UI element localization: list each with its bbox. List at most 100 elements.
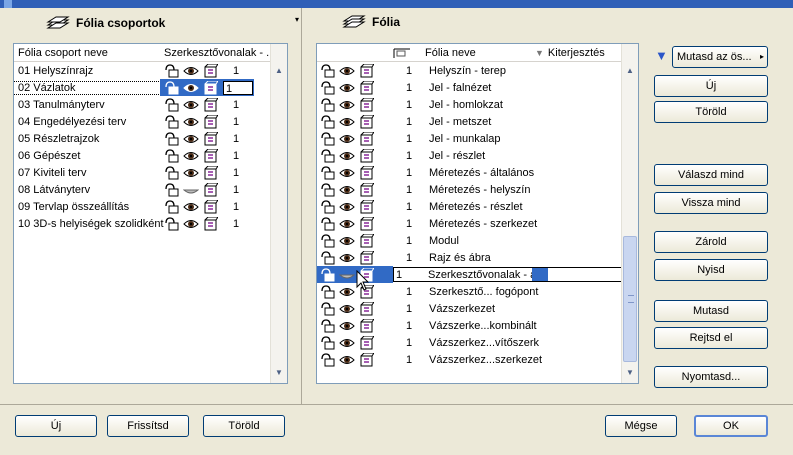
- unlock-icon[interactable]: [320, 165, 336, 180]
- eye-icon[interactable]: [339, 98, 355, 112]
- deselect-all-button[interactable]: Vissza mind: [654, 192, 768, 214]
- hidden-eye-icon[interactable]: [339, 268, 355, 282]
- unlock-icon[interactable]: [320, 233, 336, 248]
- unlock-icon[interactable]: [164, 80, 180, 95]
- scroll-thumb[interactable]: [623, 236, 637, 362]
- layer-type-icon[interactable]: [358, 63, 374, 78]
- group-value-editor[interactable]: 1: [223, 80, 253, 95]
- lock-button[interactable]: Zárold: [654, 231, 768, 253]
- eye-icon[interactable]: [339, 81, 355, 95]
- group-row[interactable]: 04 Engedélyezési terv 1: [14, 113, 287, 130]
- layer-edit-row[interactable]: 1 Szerkesztővonalak - ált: [393, 267, 623, 282]
- layer-row[interactable]: 1 Méretezés - általános: [317, 164, 638, 181]
- unlock-icon[interactable]: [320, 80, 336, 95]
- layer-type-icon[interactable]: [202, 148, 218, 163]
- unlock-icon[interactable]: [320, 131, 336, 146]
- layer-type-icon[interactable]: [358, 97, 374, 112]
- unlock-icon[interactable]: [320, 250, 336, 265]
- layer-type-icon[interactable]: [202, 63, 218, 78]
- unlock-icon[interactable]: [320, 318, 336, 333]
- layer-type-icon[interactable]: [358, 80, 374, 95]
- layer-row[interactable]: 1 Vázszerke...kombinált: [317, 317, 638, 334]
- column-header-editor[interactable]: Szerkesztővonalak - ...: [162, 47, 275, 59]
- group-row[interactable]: 03 Tanulmányterv 1: [14, 96, 287, 113]
- delete-layer-button[interactable]: Töröld: [654, 101, 768, 123]
- layer-row[interactable]: 1 Jel - munkalap: [317, 130, 638, 147]
- group-row[interactable]: 08 Látványterv 1: [14, 181, 287, 198]
- eye-icon[interactable]: [183, 149, 199, 163]
- layer-type-icon[interactable]: [358, 131, 374, 146]
- unlock-icon[interactable]: [164, 148, 180, 163]
- eye-icon[interactable]: [339, 285, 355, 299]
- layer-row[interactable]: 1 Jel - részlet: [317, 147, 638, 164]
- layer-type-icon[interactable]: [358, 233, 374, 248]
- unlock-icon[interactable]: [320, 335, 336, 350]
- unlock-icon[interactable]: [164, 199, 180, 214]
- show-button[interactable]: Mutasd: [654, 300, 768, 322]
- eye-icon[interactable]: [339, 200, 355, 214]
- unlock-icon[interactable]: [320, 284, 336, 299]
- layer-row[interactable]: 1 Modul: [317, 232, 638, 249]
- refresh-button[interactable]: Frissítsd: [107, 415, 189, 437]
- layer-type-icon[interactable]: [358, 148, 374, 163]
- left-list-scrollbar[interactable]: ▲ ▼: [270, 44, 287, 383]
- unlock-icon[interactable]: [320, 148, 336, 163]
- layer-row[interactable]: 1 Méretezés - szerkezet: [317, 215, 638, 232]
- layer-type-icon[interactable]: [358, 318, 374, 333]
- layer-type-icon[interactable]: [358, 301, 374, 316]
- layer-row[interactable]: 1 Jel - metszet: [317, 113, 638, 130]
- unlock-icon[interactable]: [164, 216, 180, 231]
- eye-icon[interactable]: [183, 132, 199, 146]
- eye-icon[interactable]: [183, 98, 199, 112]
- print-button[interactable]: Nyomtasd...: [654, 366, 768, 388]
- left-panel-menu-arrow[interactable]: ▾: [295, 15, 299, 24]
- layer-type-icon[interactable]: [358, 250, 374, 265]
- layer-type-icon[interactable]: [202, 165, 218, 180]
- layer-type-icon[interactable]: [202, 199, 218, 214]
- unlock-button[interactable]: Nyisd: [654, 259, 768, 281]
- eye-icon[interactable]: [339, 166, 355, 180]
- scroll-down-icon[interactable]: ▼: [622, 365, 638, 381]
- eye-icon[interactable]: [339, 217, 355, 231]
- eye-icon[interactable]: [183, 115, 199, 129]
- unlock-icon[interactable]: [164, 165, 180, 180]
- unlock-icon[interactable]: [320, 301, 336, 316]
- layer-type-icon[interactable]: [358, 165, 374, 180]
- layer-type-icon[interactable]: [358, 199, 374, 214]
- unlock-icon[interactable]: [320, 63, 336, 78]
- unlock-icon[interactable]: [320, 352, 336, 367]
- eye-icon[interactable]: [339, 302, 355, 316]
- unlock-icon[interactable]: [320, 114, 336, 129]
- group-row[interactable]: 05 Részletrajzok 1: [14, 130, 287, 147]
- eye-icon[interactable]: [339, 149, 355, 163]
- right-list-scrollbar[interactable]: ▲ ▼: [621, 44, 638, 383]
- ok-button[interactable]: OK: [694, 415, 768, 437]
- group-row[interactable]: 09 Tervlap összeállítás 1: [14, 198, 287, 215]
- column-header-extension[interactable]: Kiterjesztés: [548, 47, 605, 59]
- select-all-button[interactable]: Válaszd mind: [654, 164, 768, 186]
- filter-dropdown[interactable]: Mutasd az ös... ▸: [672, 46, 768, 68]
- unlock-icon[interactable]: [320, 216, 336, 231]
- unlock-icon[interactable]: [164, 131, 180, 146]
- layer-type-icon[interactable]: [358, 352, 374, 367]
- eye-icon[interactable]: [339, 115, 355, 129]
- layer-type-icon[interactable]: [202, 131, 218, 146]
- eye-icon[interactable]: [339, 183, 355, 197]
- layer-type-icon[interactable]: [202, 97, 218, 112]
- layer-type-header-icon[interactable]: [393, 47, 411, 59]
- eye-icon[interactable]: [183, 217, 199, 231]
- layer-name-editor[interactable]: Szerkesztővonalak - ált: [426, 269, 542, 281]
- eye-icon[interactable]: [339, 251, 355, 265]
- scroll-up-icon[interactable]: ▲: [271, 63, 287, 79]
- layer-type-icon[interactable]: [202, 114, 218, 129]
- layer-type-icon[interactable]: [202, 80, 218, 95]
- column-header-group-name[interactable]: Fólia csoport neve: [14, 47, 162, 59]
- group-row[interactable]: 07 Kiviteli terv 1: [14, 164, 287, 181]
- layer-row[interactable]: 1 Vázszerkez...vítőszerk: [317, 334, 638, 351]
- hide-button[interactable]: Rejtsd el: [654, 327, 768, 349]
- unlock-icon[interactable]: [320, 199, 336, 214]
- layer-row[interactable]: 1 Jel - homlokzat: [317, 96, 638, 113]
- layer-group-list[interactable]: Fólia csoport neve Szerkesztővonalak - .…: [13, 43, 288, 384]
- group-row[interactable]: 02 Vázlatok 1: [14, 79, 287, 96]
- eye-icon[interactable]: [339, 132, 355, 146]
